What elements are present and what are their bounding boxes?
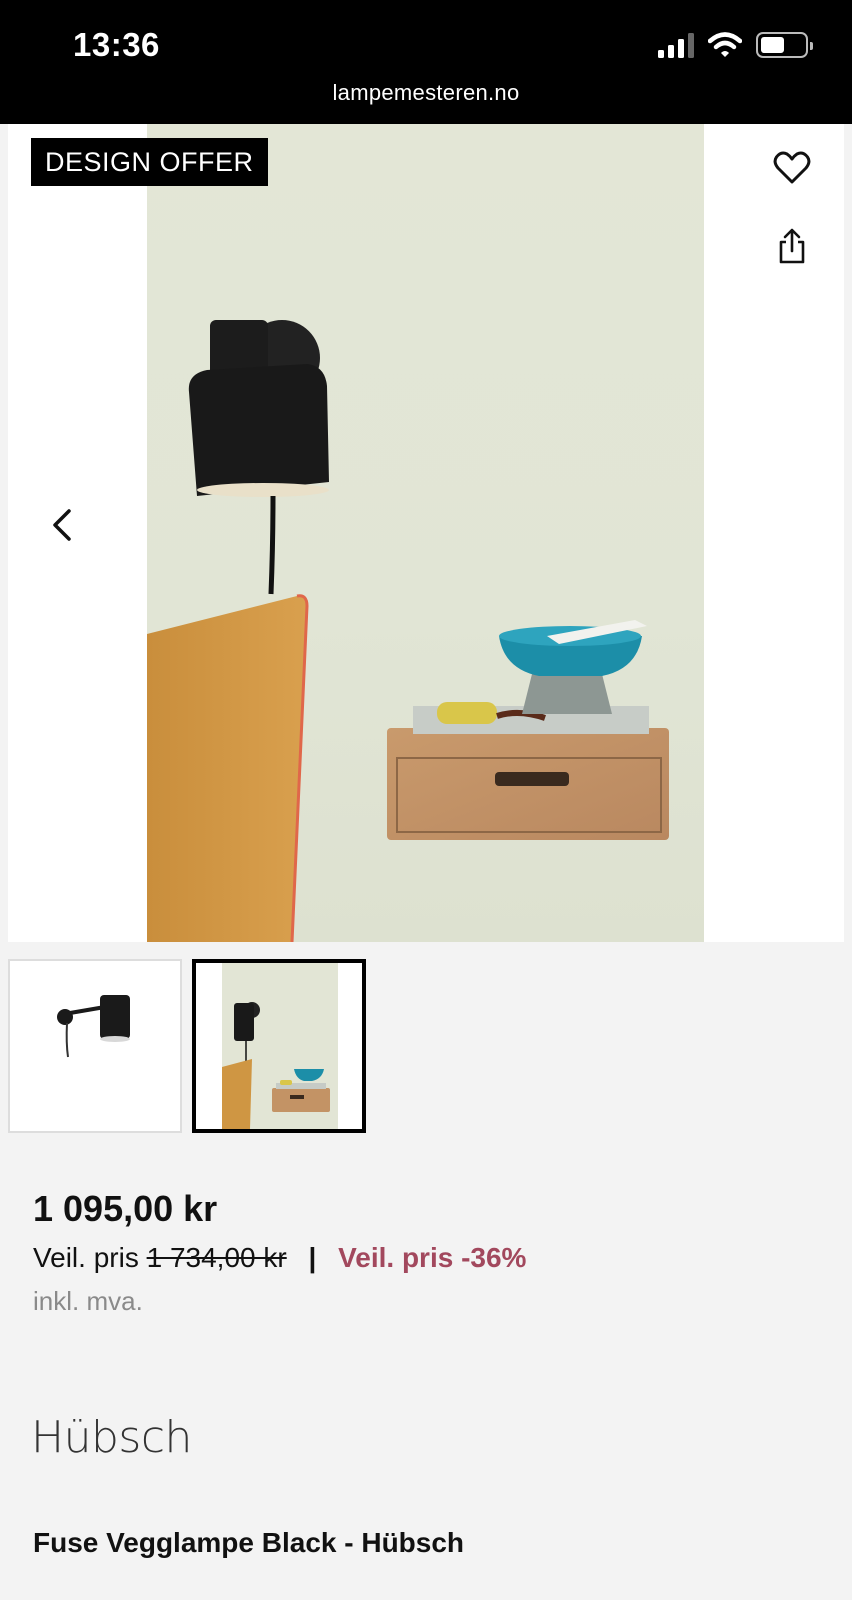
share-icon (779, 228, 805, 264)
discount-label: Veil. pris -36% (338, 1242, 527, 1273)
product-title: Fuse Vegglampe Black - Hübsch (33, 1527, 465, 1558)
thumbnail-strip (8, 959, 366, 1133)
previous-image-button[interactable] (38, 501, 86, 549)
vat-note: inkl. mva. (33, 1286, 143, 1316)
design-offer-badge: DESIGN OFFER (31, 138, 268, 186)
favorite-button[interactable] (768, 144, 816, 192)
price-separator: | (308, 1242, 317, 1273)
status-icons (658, 32, 813, 58)
signal-icon (658, 32, 694, 58)
heart-icon (773, 151, 811, 184)
product-photo[interactable] (147, 124, 704, 942)
recommended-price-row: Veil. pris 1 734,00 kr | Veil. pris -36% (33, 1242, 526, 1274)
recommended-price-label: Veil. pris (33, 1242, 139, 1273)
brand-logo[interactable]: Hübsch (31, 1412, 192, 1463)
wifi-icon (708, 32, 742, 57)
product-price: 1 095,00 kr (33, 1188, 218, 1229)
chevron-left-icon (53, 509, 71, 541)
thumbnail-lifestyle[interactable] (192, 959, 366, 1133)
thumbnail-lamp[interactable] (8, 959, 182, 1133)
product-gallery: DESIGN OFFER (8, 124, 844, 942)
status-time: 13:36 (73, 26, 160, 63)
status-bar: 13:36 lampemesteren.no (0, 0, 852, 124)
recommended-price-value: 1 734,00 kr (146, 1242, 287, 1273)
share-button[interactable] (768, 222, 816, 270)
address-bar-url[interactable]: lampemesteren.no (0, 80, 852, 106)
battery-icon (756, 32, 813, 58)
